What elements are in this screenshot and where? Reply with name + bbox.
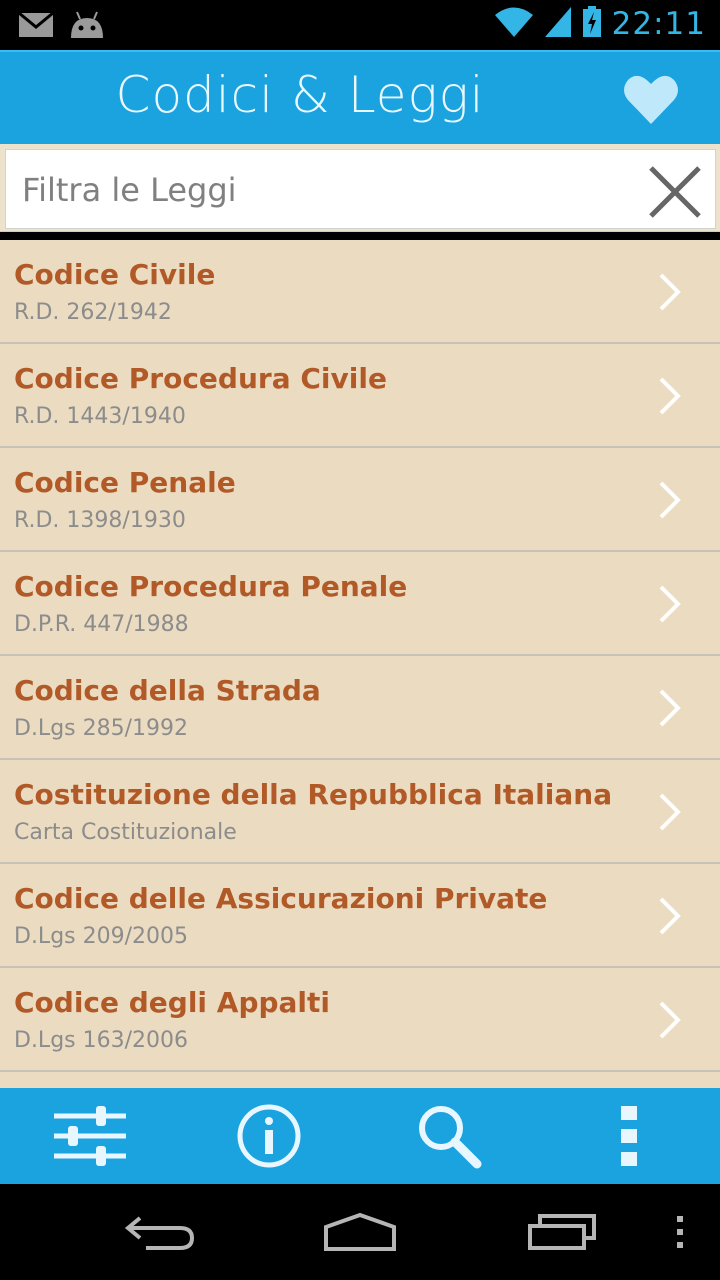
app-title: Codici & Leggi: [115, 66, 485, 124]
home-icon: [324, 1212, 396, 1251]
settings-button[interactable]: [45, 1096, 135, 1176]
back-icon: [124, 1216, 195, 1250]
heart-icon: [624, 75, 678, 124]
law-subtitle: R.D. 262/1942: [14, 300, 172, 325]
bottom-toolbar: [0, 1088, 720, 1184]
back-button[interactable]: [120, 1202, 200, 1262]
law-subtitle: D.Lgs 163/2006: [14, 1028, 189, 1053]
law-title: Costituzione della Repubblica Italiana: [14, 778, 613, 811]
status-clock: 22:11: [611, 6, 706, 42]
law-subtitle: D.Lgs 209/2005: [14, 924, 189, 949]
mail-icon: [18, 11, 54, 42]
search-box: [5, 149, 716, 229]
signal-icon: [544, 6, 572, 42]
chevron-right-icon: [659, 377, 681, 415]
law-title: Codice della Strada: [14, 674, 321, 707]
info-button[interactable]: [224, 1096, 314, 1176]
wifi-icon: [494, 6, 534, 42]
info-icon: [237, 1104, 301, 1168]
chevron-right-icon: [659, 1001, 681, 1039]
chevron-right-icon: [659, 897, 681, 935]
law-title: Codice Procedura Penale: [14, 570, 408, 603]
list-item[interactable]: Codice degli Appalti D.Lgs 163/2006: [0, 968, 720, 1072]
law-subtitle: Carta Costituzionale: [14, 820, 237, 845]
search-button[interactable]: [404, 1096, 494, 1176]
law-title: Codice Procedura Civile: [14, 362, 387, 395]
menu-button[interactable]: [668, 1202, 692, 1262]
android-icon: [68, 10, 106, 44]
search-icon: [419, 1106, 482, 1169]
chevron-right-icon: [659, 793, 681, 831]
list-item[interactable]: Codice Civile R.D. 262/1942: [0, 240, 720, 344]
close-icon: [649, 166, 701, 218]
menu-icon: [677, 1216, 683, 1248]
search-input[interactable]: [22, 168, 622, 212]
favorites-button[interactable]: [622, 70, 680, 128]
law-title: Codice delle Assicurazioni Private: [14, 882, 548, 915]
list-item[interactable]: Codice delle Assicurazioni Private D.Lgs…: [0, 864, 720, 968]
law-subtitle: D.Lgs 285/1992: [14, 716, 189, 741]
settings-sliders-icon: [54, 1106, 126, 1166]
search-bar: [0, 144, 720, 232]
list-item[interactable]: Codice Procedura Penale D.P.R. 447/1988: [0, 552, 720, 656]
law-title: Codice Penale: [14, 466, 236, 499]
overflow-menu-button[interactable]: [584, 1096, 674, 1176]
law-title: Codice Civile: [14, 258, 216, 291]
law-title: Codice degli Appalti: [14, 986, 331, 1019]
law-subtitle: R.D. 1443/1940: [14, 404, 186, 429]
list-item[interactable]: [0, 1072, 720, 1088]
list-item[interactable]: Codice Procedura Civile R.D. 1443/1940: [0, 344, 720, 448]
chevron-right-icon: [659, 689, 681, 727]
status-bar: 22:11: [0, 0, 720, 50]
list-item[interactable]: Codice Penale R.D. 1398/1930: [0, 448, 720, 552]
law-subtitle: D.P.R. 447/1988: [14, 612, 189, 637]
action-bar: Codici & Leggi: [0, 50, 720, 144]
battery-charging-icon: [582, 6, 602, 42]
recent-apps-icon: [528, 1214, 596, 1250]
recent-apps-button[interactable]: [520, 1202, 604, 1262]
law-subtitle: R.D. 1398/1930: [14, 508, 186, 533]
navigation-bar: [0, 1184, 720, 1280]
overflow-menu-icon: [621, 1106, 637, 1166]
chevron-right-icon: [659, 585, 681, 623]
home-button[interactable]: [318, 1202, 402, 1262]
list-item[interactable]: Costituzione della Repubblica Italiana C…: [0, 760, 720, 864]
clear-search-button[interactable]: [647, 164, 703, 220]
laws-list: Codice Civile R.D. 262/1942 Codice Proce…: [0, 240, 720, 1088]
list-item[interactable]: Codice della Strada D.Lgs 285/1992: [0, 656, 720, 760]
chevron-right-icon: [659, 273, 681, 311]
chevron-right-icon: [659, 481, 681, 519]
